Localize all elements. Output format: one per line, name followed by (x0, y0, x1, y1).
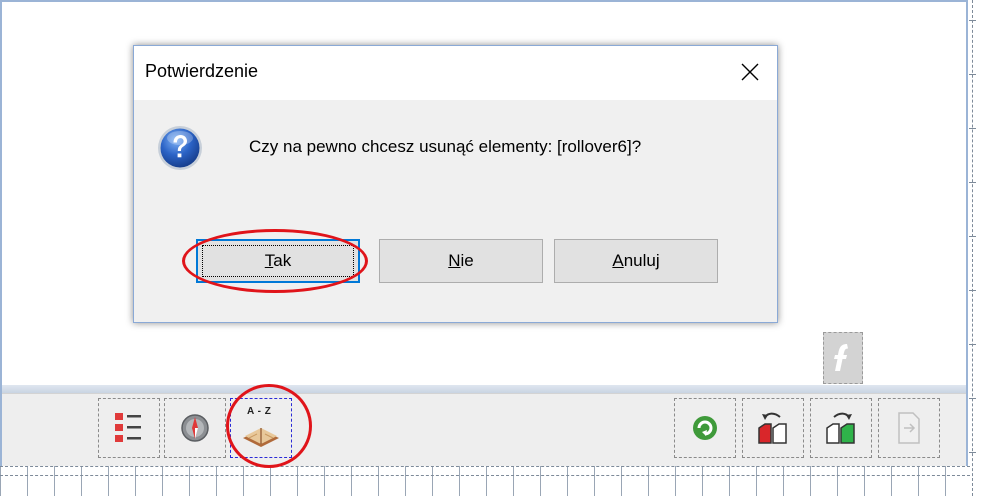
ruler-tick (969, 236, 976, 237)
cancel-button[interactable]: Anuluj (554, 239, 718, 283)
no-button-label: Nie (448, 251, 474, 270)
undo-page-icon (758, 412, 787, 444)
refresh-button[interactable] (674, 398, 736, 458)
ruler-tick (969, 344, 976, 345)
ruler-tick (969, 74, 976, 75)
no-button[interactable]: Nie (379, 239, 543, 283)
flash-button[interactable] (823, 332, 863, 384)
ruler-tick (969, 182, 976, 183)
ruler-tick (969, 128, 976, 129)
screen: A - Z Potwierdzenie Czy na pewno chcesz … (0, 0, 981, 496)
ruler-tick (969, 290, 976, 291)
ruler-tick (969, 452, 976, 453)
close-button[interactable] (737, 59, 763, 85)
bottom-ruler-grid (0, 466, 970, 496)
ruler-tick (969, 398, 976, 399)
navigator-button[interactable] (164, 398, 226, 458)
dialog-title: Potwierdzenie (145, 61, 259, 81)
redo-page-icon (826, 412, 855, 444)
list-view-button[interactable] (98, 398, 160, 458)
undo-page-button[interactable] (742, 398, 804, 458)
question-icon (158, 126, 202, 170)
close-icon (741, 63, 759, 81)
redo-page-button[interactable] (810, 398, 872, 458)
ruler-tick (969, 20, 976, 21)
highlight-ellipse-sort (226, 384, 312, 468)
export-page-button[interactable] (878, 398, 940, 458)
list-view-icon (115, 413, 141, 442)
panel-separator (2, 385, 966, 393)
flash-icon (834, 344, 848, 371)
dialog-message: Czy na pewno chcesz usunąć elementy: [ro… (249, 137, 642, 156)
highlight-ellipse-yes (182, 229, 368, 293)
bottom-toolbar: A - Z (2, 393, 966, 467)
export-page-icon (898, 412, 920, 444)
dialog-titlebar[interactable]: Potwierdzenie (134, 46, 777, 100)
refresh-icon (693, 416, 717, 440)
cancel-button-label: Anuluj (612, 251, 660, 270)
navigator-icon (181, 414, 209, 442)
